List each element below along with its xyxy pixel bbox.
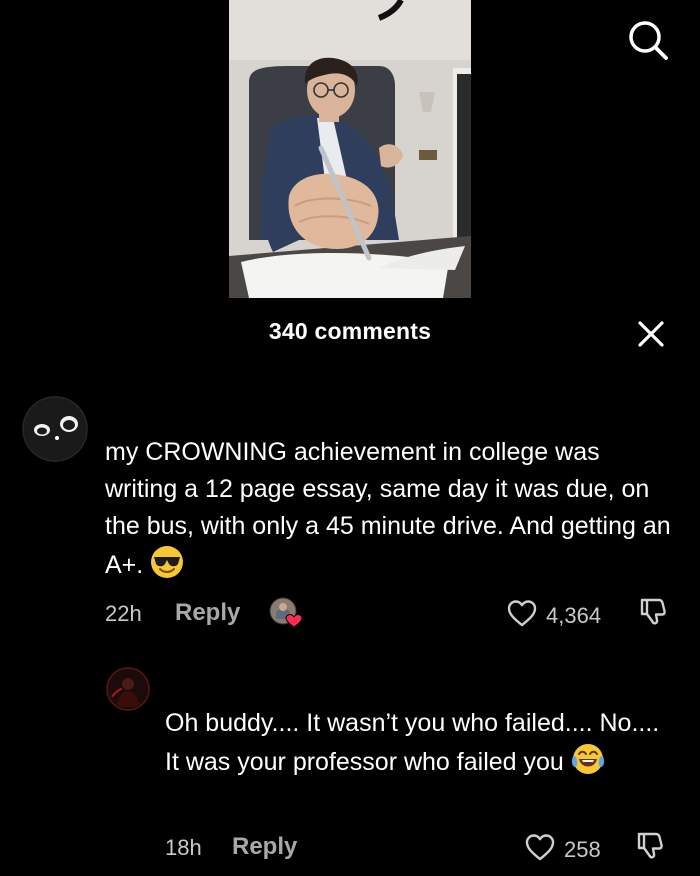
close-icon — [637, 320, 665, 353]
comment-timestamp: 22h — [105, 601, 142, 626]
like-count: 4,364 — [546, 603, 602, 628]
tears-of-joy-emoji — [571, 742, 605, 787]
thumbs-down-icon — [637, 595, 669, 632]
like-button[interactable]: 4,364 — [506, 598, 601, 634]
reply-button[interactable]: Reply — [232, 833, 297, 861]
like-button[interactable]: 258 — [524, 832, 601, 868]
comment-text: Oh buddy.... It wasn’t you who failed...… — [165, 705, 675, 787]
comments-count-title: 340 comments — [268, 318, 432, 344]
avatar[interactable] — [106, 667, 150, 711]
comment-text: my CROWNING achievement in college was w… — [105, 434, 675, 590]
comment-timestamp: 18h — [165, 835, 202, 860]
sunglasses-face-emoji — [150, 545, 184, 590]
search-icon — [626, 18, 670, 67]
heart-icon — [506, 598, 538, 634]
close-comments-button[interactable] — [633, 318, 669, 354]
like-count: 258 — [564, 837, 601, 862]
dislike-button[interactable] — [633, 830, 667, 864]
search-button[interactable] — [624, 18, 672, 66]
reply-button[interactable]: Reply — [175, 599, 240, 627]
video-thumbnail[interactable] — [229, 0, 471, 298]
heart-icon — [524, 832, 556, 868]
avatar[interactable] — [22, 396, 88, 462]
thumbs-down-icon — [634, 829, 666, 866]
creator-liked-badge — [268, 597, 304, 629]
dislike-button[interactable] — [636, 596, 670, 630]
